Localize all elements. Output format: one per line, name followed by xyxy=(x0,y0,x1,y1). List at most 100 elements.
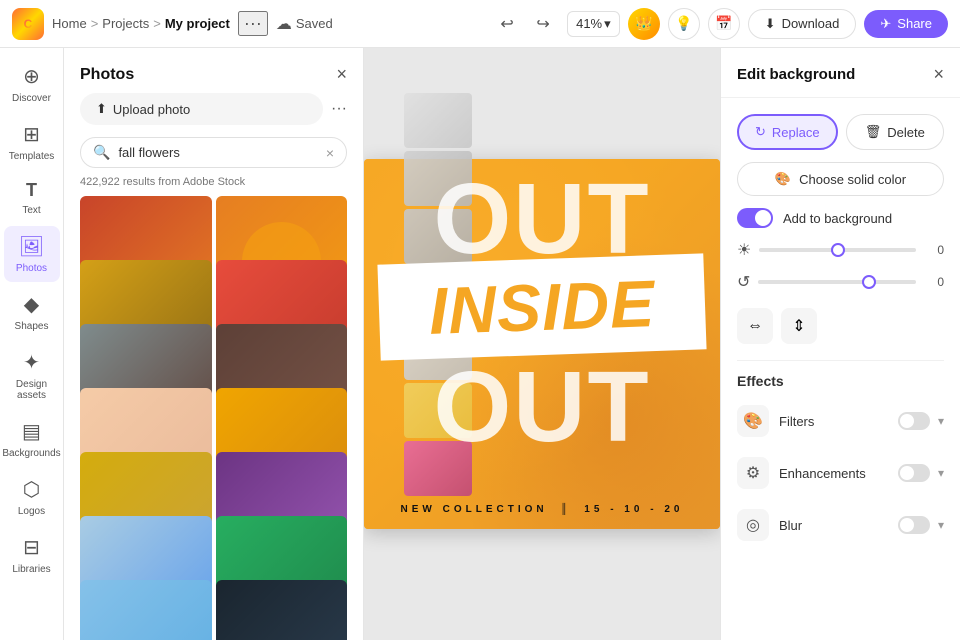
canvas-area: OUT INSIDE OUT NEW COLLECTION ║ 15 - 10 … xyxy=(364,48,720,640)
blur-left: ◎ Blur xyxy=(737,509,802,541)
undo-button[interactable]: ↩ xyxy=(491,8,523,40)
topbar: C Home > Projects > My project ··· ☁ Sav… xyxy=(0,0,960,48)
shapes-icon: ◆ xyxy=(24,292,39,317)
canvas-text-out-bottom: OUT xyxy=(364,357,720,457)
share-button[interactable]: ✈ Share xyxy=(864,10,948,38)
sidebar-item-label: Templates xyxy=(9,151,55,162)
sidebar-item-shapes[interactable]: ◆ Shapes xyxy=(4,284,60,340)
sidebar-item-label: Libraries xyxy=(12,564,50,575)
breadcrumb-current: My project xyxy=(165,16,230,31)
add-to-background-row: Add to background xyxy=(737,208,944,228)
slider-row-2: ↺ 0 xyxy=(737,272,944,292)
left-sidebar: ⊕ Discover ⊞ Templates T Text 🖼 Photos ◆… xyxy=(0,48,64,640)
breadcrumb-projects[interactable]: Projects xyxy=(102,16,149,31)
download-icon: ⬇ xyxy=(765,16,776,32)
sidebar-item-label: Shapes xyxy=(15,321,49,332)
replace-button[interactable]: ↻ Replace xyxy=(737,114,838,150)
filters-chevron-icon[interactable]: ▾ xyxy=(938,414,944,428)
redo-button[interactable]: ↪ xyxy=(527,8,559,40)
sidebar-item-backgrounds[interactable]: ▤ Backgrounds xyxy=(4,411,60,467)
divider xyxy=(737,360,944,361)
slider-row-1: ☀ 0 xyxy=(737,240,944,260)
enhancements-icon: ⚙ xyxy=(737,457,769,489)
templates-icon: ⊞ xyxy=(23,122,40,147)
blur-label: Blur xyxy=(779,518,802,533)
app-logo[interactable]: C xyxy=(12,8,44,40)
upload-label: Upload photo xyxy=(113,102,190,117)
sidebar-item-templates[interactable]: ⊞ Templates xyxy=(4,114,60,170)
sidebar-item-photos[interactable]: 🖼 Photos xyxy=(4,226,60,282)
icon-action-row: ⇔ ⇕ xyxy=(737,304,944,348)
enhancements-toggle[interactable] xyxy=(898,464,930,482)
replace-icon: ↻ xyxy=(755,124,766,140)
sidebar-item-libraries[interactable]: ⊟ Libraries xyxy=(4,527,60,583)
user-avatar[interactable]: 👑 xyxy=(628,8,660,40)
breadcrumb-home[interactable]: Home xyxy=(52,16,87,31)
upload-photo-button[interactable]: ⬆ Upload photo xyxy=(80,93,323,125)
delete-button[interactable]: 🗑 Delete xyxy=(846,114,944,150)
slider-1[interactable] xyxy=(759,248,916,252)
canvas-bottom-dates: 15 - 10 - 20 xyxy=(584,504,683,515)
right-panel-close-button[interactable]: × xyxy=(933,64,944,85)
solid-color-label: Choose solid color xyxy=(799,172,906,187)
canvas-bottom-sep: ║ xyxy=(560,504,571,515)
photos-panel: Photos × ⬆ Upload photo ··· 🔍 × 422,922 … xyxy=(64,48,364,640)
photos-title: Photos xyxy=(80,66,134,84)
upload-icon: ⬆ xyxy=(96,101,107,117)
libraries-icon: ⊟ xyxy=(23,535,40,560)
slider-thumb-2[interactable] xyxy=(862,275,876,289)
breadcrumb: Home > Projects > My project xyxy=(52,16,230,31)
search-clear-button[interactable]: × xyxy=(326,145,334,161)
canvas-bottom-text: NEW COLLECTION xyxy=(401,504,548,515)
lamp-button[interactable]: 💡 xyxy=(668,8,700,40)
photo-item[interactable] xyxy=(80,580,212,640)
action-buttons: ↻ Replace 🗑 Delete xyxy=(737,114,944,150)
share-icon: ✈ xyxy=(880,16,891,32)
flip-horizontal-button[interactable]: ⇔ xyxy=(737,308,773,344)
sidebar-item-design-assets[interactable]: ✦ Design assets xyxy=(4,342,60,409)
delete-label: Delete xyxy=(887,125,925,140)
zoom-level: 41% xyxy=(576,16,602,31)
enhancements-chevron-icon[interactable]: ▾ xyxy=(938,466,944,480)
calendar-button[interactable]: 📅 xyxy=(708,8,740,40)
text-icon: T xyxy=(26,180,37,201)
right-panel-title: Edit background xyxy=(737,66,855,83)
sidebar-item-label: Discover xyxy=(12,93,51,104)
effects-title: Effects xyxy=(737,373,944,389)
filters-toggle[interactable] xyxy=(898,412,930,430)
enhancements-label: Enhancements xyxy=(779,466,866,481)
choose-solid-color-button[interactable]: 🎨 Choose solid color xyxy=(737,162,944,196)
right-panel: Edit background × ↻ Replace 🗑 Delete 🎨 C… xyxy=(720,48,960,640)
add-to-background-toggle[interactable] xyxy=(737,208,773,228)
download-button[interactable]: ⬇ Download xyxy=(748,9,857,39)
slider-2[interactable] xyxy=(758,280,916,284)
flip-vertical-button[interactable]: ⇕ xyxy=(781,308,817,344)
sidebar-item-text[interactable]: T Text xyxy=(4,172,60,224)
photo-item[interactable] xyxy=(216,580,348,640)
slider-thumb-1[interactable] xyxy=(831,243,845,257)
sidebar-item-label: Text xyxy=(22,205,40,216)
zoom-arrow: ▾ xyxy=(604,16,611,32)
photos-close-button[interactable]: × xyxy=(336,64,347,85)
color-palette-icon: 🎨 xyxy=(775,171,791,187)
blur-toggle[interactable] xyxy=(898,516,930,534)
filters-row: 🎨 Filters ▾ xyxy=(737,401,944,441)
contrast-icon: ↺ xyxy=(737,272,750,292)
canvas-bottom-row: NEW COLLECTION ║ 15 - 10 - 20 xyxy=(364,504,720,515)
replace-label: Replace xyxy=(772,125,820,140)
more-options-button[interactable]: ··· xyxy=(238,11,268,36)
zoom-control[interactable]: 41% ▾ xyxy=(567,11,620,37)
thumbnail-item[interactable] xyxy=(404,93,472,148)
blur-chevron-icon[interactable]: ▾ xyxy=(938,518,944,532)
share-label: Share xyxy=(897,16,932,31)
sidebar-item-discover[interactable]: ⊕ Discover xyxy=(4,56,60,112)
blur-icon: ◎ xyxy=(737,509,769,541)
photos-more-button[interactable]: ··· xyxy=(331,100,347,118)
results-info: 422,922 results from Adobe Stock xyxy=(64,176,363,196)
filters-label: Filters xyxy=(779,414,814,429)
canvas-inside-container: INSIDE xyxy=(379,259,705,355)
breadcrumb-sep2: > xyxy=(153,16,161,31)
search-input[interactable] xyxy=(118,145,317,160)
sidebar-item-logos[interactable]: ⬡ Logos xyxy=(4,469,60,525)
photos-actions: ⬆ Upload photo ··· xyxy=(64,93,363,137)
